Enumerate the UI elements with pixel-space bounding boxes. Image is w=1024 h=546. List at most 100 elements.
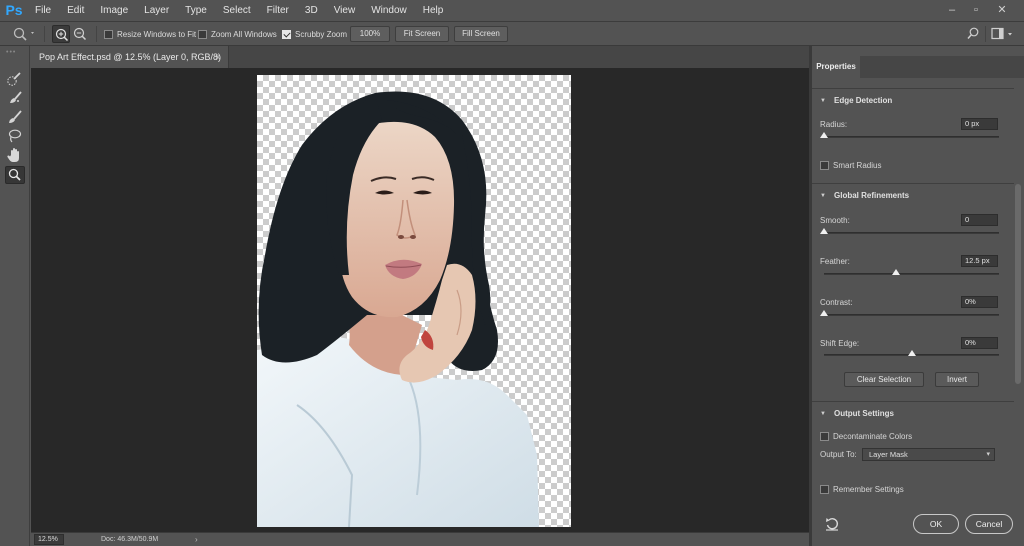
- remember-settings-checkbox[interactable]: Remember Settings: [820, 483, 904, 495]
- checkbox-box[interactable]: [104, 29, 113, 39]
- menu-3d[interactable]: 3D: [297, 0, 326, 22]
- window-minimize-icon[interactable]: –: [940, 2, 964, 18]
- reset-button[interactable]: [824, 516, 840, 532]
- menu-image[interactable]: Image: [92, 0, 136, 22]
- smart-radius-checkbox[interactable]: Smart Radius: [820, 159, 881, 171]
- checkbox-label: Zoom All Windows: [211, 29, 277, 39]
- document-tab[interactable]: Pop Art Effect.psd @ 12.5% (Layer 0, RGB…: [31, 46, 229, 68]
- lasso-tool[interactable]: [5, 127, 25, 145]
- feather-slider[interactable]: [824, 269, 999, 275]
- fit-screen-button[interactable]: Fit Screen: [395, 26, 449, 42]
- resize-windows-to-fit-checkbox[interactable]: Resize Windows to Fit: [104, 27, 196, 41]
- checkbox-box[interactable]: [820, 160, 829, 170]
- invert-button[interactable]: Invert: [935, 372, 979, 387]
- output-settings-section-header[interactable]: ▼ Output Settings: [812, 401, 1014, 425]
- radius-slider[interactable]: [820, 132, 999, 138]
- checkbox-label: Smart Radius: [833, 160, 882, 170]
- zoom-in-button[interactable]: [52, 25, 70, 43]
- smooth-field[interactable]: 0: [961, 214, 998, 226]
- photoshop-logo-icon[interactable]: Ps: [3, 1, 25, 20]
- close-icon[interactable]: ×: [215, 46, 220, 68]
- quick-selection-tool[interactable]: [5, 70, 25, 88]
- search-icon: [967, 27, 979, 39]
- checkbox-box[interactable]: [820, 431, 829, 441]
- contrast-slider[interactable]: [820, 310, 999, 316]
- zoom-all-windows-checkbox[interactable]: Zoom All Windows: [198, 27, 277, 41]
- refine-edge-brush-tool[interactable]: [5, 89, 25, 107]
- menu-select[interactable]: Select: [215, 0, 259, 22]
- checkbox-label: Scrubby Zoom: [295, 29, 348, 39]
- menu-layer[interactable]: Layer: [136, 0, 177, 22]
- chevron-down-icon[interactable]: ▼: [820, 402, 826, 426]
- zoom-out-button[interactable]: [71, 25, 89, 43]
- shift-edge-slider[interactable]: [824, 350, 999, 356]
- chevron-down-icon[interactable]: ▼: [820, 89, 826, 113]
- slider-thumb[interactable]: [907, 350, 916, 356]
- menu-help[interactable]: Help: [415, 0, 452, 22]
- slider-thumb[interactable]: [891, 269, 900, 275]
- zoom-icon: [13, 27, 34, 41]
- menu-filter[interactable]: Filter: [259, 0, 297, 22]
- zoom-tool[interactable]: [5, 166, 25, 184]
- chevron-right-icon[interactable]: ›: [195, 533, 198, 546]
- section-title: Output Settings: [834, 409, 894, 418]
- fill-screen-button[interactable]: Fill Screen: [454, 26, 508, 42]
- hand-tool[interactable]: [5, 146, 25, 164]
- shift-edge-field[interactable]: 0%: [961, 337, 998, 349]
- scrollbar-thumb[interactable]: [1015, 184, 1021, 384]
- document-tab-bar: Pop Art Effect.psd @ 12.5% (Layer 0, RGB…: [31, 46, 809, 68]
- output-to-select[interactable]: Layer Mask ▾: [862, 448, 995, 461]
- edge-detection-section-header[interactable]: ▼ Edge Detection: [812, 88, 1014, 112]
- panel-scrollbar[interactable]: [1015, 184, 1021, 542]
- slider-thumb[interactable]: [820, 132, 828, 138]
- zoom-100-button[interactable]: 100%: [350, 26, 390, 42]
- decontaminate-colors-checkbox[interactable]: Decontaminate Colors: [820, 430, 912, 442]
- clear-selection-button[interactable]: Clear Selection: [844, 372, 924, 387]
- tab-properties[interactable]: Properties: [812, 56, 860, 78]
- menu-items: File Edit Image Layer Type Select Filter…: [27, 0, 451, 22]
- chevron-down-icon[interactable]: ▼: [820, 184, 826, 208]
- feather-field[interactable]: 12.5 px: [961, 255, 998, 267]
- tool-preset-picker[interactable]: [8, 25, 38, 43]
- slider-thumb[interactable]: [820, 310, 828, 316]
- document-image[interactable]: [257, 75, 571, 527]
- slider-thumb[interactable]: [820, 228, 828, 234]
- workspace-switcher[interactable]: [990, 26, 1018, 42]
- zoom-level-field[interactable]: 12.5%: [34, 534, 64, 545]
- checkbox-label: Decontaminate Colors: [833, 431, 913, 441]
- radius-field[interactable]: 0 px: [961, 118, 998, 130]
- brush-tool[interactable]: [5, 108, 25, 126]
- chevron-down-icon: ▾: [986, 451, 990, 458]
- checkbox-box[interactable]: [820, 484, 829, 494]
- section-title: Global Refinements: [834, 191, 910, 200]
- contrast-label: Contrast:: [820, 298, 853, 307]
- canvas-area[interactable]: [31, 68, 809, 532]
- tools-panel: •••: [0, 46, 30, 546]
- ok-button[interactable]: OK: [913, 514, 959, 534]
- lasso-icon: [8, 129, 22, 143]
- separator: [96, 26, 97, 42]
- contrast-field[interactable]: 0%: [961, 296, 998, 308]
- shift-edge-label: Shift Edge:: [820, 339, 860, 348]
- checkbox-box[interactable]: [282, 29, 291, 39]
- menu-file[interactable]: File: [27, 0, 59, 22]
- menu-type[interactable]: Type: [177, 0, 215, 22]
- window-close-icon[interactable]: ✕: [990, 2, 1014, 18]
- radius-label: Radius:: [820, 120, 848, 129]
- search-button[interactable]: [964, 26, 982, 42]
- cancel-button[interactable]: Cancel: [965, 514, 1013, 534]
- menu-edit[interactable]: Edit: [59, 0, 92, 22]
- smooth-slider[interactable]: [820, 228, 999, 234]
- options-bar: Resize Windows to Fit Zoom All Windows S…: [0, 22, 1024, 46]
- properties-content: ▼ Edge Detection Radius: 0 px Smart Radi…: [812, 78, 1014, 546]
- hand-icon: [7, 148, 19, 162]
- panel-grip[interactable]: •••: [6, 49, 24, 56]
- scrubby-zoom-checkbox[interactable]: Scrubby Zoom: [282, 27, 347, 41]
- menu-view[interactable]: View: [326, 0, 364, 22]
- checkbox-label: Resize Windows to Fit: [117, 29, 197, 39]
- checkbox-box[interactable]: [198, 29, 207, 39]
- global-refinements-section-header[interactable]: ▼ Global Refinements: [812, 183, 1014, 207]
- menu-window[interactable]: Window: [363, 0, 415, 22]
- window-restore-icon[interactable]: ▫: [964, 2, 988, 18]
- separator: [985, 26, 986, 42]
